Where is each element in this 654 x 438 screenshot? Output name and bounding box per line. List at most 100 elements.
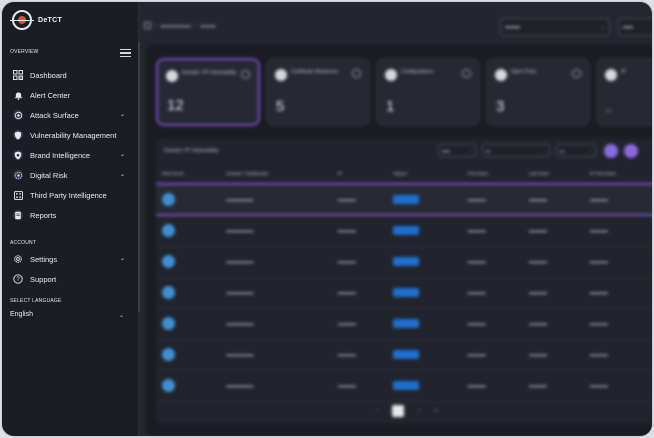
sidebar-item-label: Brand Intelligence	[30, 150, 91, 160]
sidebar-item-attack-surface[interactable]: Attack Surface ⌄	[2, 106, 138, 124]
top-select-2[interactable]: ▬▬	[618, 18, 652, 36]
card-certificate-weakness[interactable]: Certificate Weakness 5	[266, 58, 370, 126]
col-risk-score[interactable]: Risk Score	[156, 164, 221, 185]
table-cell	[387, 370, 462, 402]
shield-icon	[13, 130, 23, 140]
sidebar-item-settings[interactable]: Settings ⌄	[2, 250, 138, 268]
impact-badge	[393, 380, 420, 390]
sidebar-item-dashboard[interactable]: Dashboard	[2, 66, 138, 84]
table-cell: ▬▬▬▬	[523, 215, 584, 247]
sidebar-item-label: Dashboard	[30, 70, 67, 80]
sidebar-item-alert-center[interactable]: Alert Center	[2, 86, 138, 104]
card-icon	[166, 70, 178, 82]
table-cell: ▬▬▬▬	[583, 215, 652, 247]
logo[interactable]: DeTCT	[10, 10, 63, 30]
chevron-down-icon[interactable]: ⌄	[120, 171, 125, 178]
col-domain[interactable]: Domain / Subdomain	[220, 164, 332, 185]
sidebar-item-vulnerability-management[interactable]: Vulnerability Management	[2, 126, 138, 144]
risk-score-indicator	[162, 347, 175, 361]
table-cell: ▬▬▬▬	[461, 339, 524, 371]
table-cell: ▬▬▬▬	[461, 308, 524, 340]
current-page[interactable]	[392, 405, 405, 417]
breadcrumb-item[interactable]: ▬▬▬▬▬▬	[161, 23, 191, 29]
impact-badge	[393, 349, 420, 359]
card-value: 3	[496, 98, 505, 115]
table-cell: ▬▬▬▬▬▬	[220, 339, 332, 371]
table-cell: ▬▬▬▬	[523, 370, 584, 402]
card-title: Configurations	[401, 69, 434, 75]
app-window: › ▬▬▬▬▬▬ › ▬▬▬ ▬▬▬ ⌄ ▬▬ Domain / IP Vulne…	[2, 2, 652, 436]
table-cell: ▬▬▬▬	[461, 183, 524, 216]
sidebar-item-support[interactable]: ? Support	[2, 270, 138, 288]
table-row[interactable]: ▬▬▬▬▬▬ ▬▬▬▬ ▬▬▬▬ ▬▬▬▬ ▬▬▬▬	[156, 215, 652, 247]
language-section-label: SELECT LANGUAGE	[10, 298, 62, 304]
table-toolbar: Domain / IP Vulnerability ▬▬ ⌄ ▬ ⌄ ▬ ⌄	[156, 138, 652, 164]
table-cell: ▬▬▬▬	[583, 370, 652, 402]
card-ip[interactable]: IP --	[596, 58, 652, 126]
sidebar-item-third-party-intelligence[interactable]: Third Party Intelligence	[2, 186, 138, 204]
info-icon[interactable]	[352, 69, 361, 78]
info-icon[interactable]	[462, 69, 471, 78]
table-cell	[156, 308, 221, 340]
table-cell	[387, 215, 462, 247]
info-icon[interactable]	[572, 69, 581, 78]
chevron-down-icon[interactable]: ⌄	[119, 312, 124, 319]
card-domain-ip-vulnerability[interactable]: Domain / IP Vulnerability 12	[156, 58, 260, 126]
card-configurations[interactable]: Configurations 1	[376, 58, 480, 126]
table-row[interactable]: ▬▬▬▬▬▬ ▬▬▬▬ ▬▬▬▬ ▬▬▬▬ ▬▬▬▬	[156, 277, 652, 309]
report-icon	[13, 210, 23, 220]
filter-select-1[interactable]: ▬▬ ⌄	[438, 144, 476, 157]
info-icon[interactable]	[241, 70, 250, 79]
sidebar-item-label: Support	[30, 274, 57, 284]
sidebar-item-reports[interactable]: Reports	[2, 206, 138, 224]
card-open-ports[interactable]: Open Ports 3	[486, 58, 590, 126]
table-row[interactable]: ▬▬▬▬▬▬ ▬▬▬▬ ▬▬▬▬ ▬▬▬▬ ▬▬▬▬	[156, 370, 652, 402]
table-row[interactable]: ▬▬▬▬▬▬ ▬▬▬▬ ▬▬▬▬ ▬▬▬▬ ▬▬▬▬	[156, 246, 652, 278]
top-select-1[interactable]: ▬▬▬ ⌄	[500, 18, 610, 36]
table-cell: ▬▬▬▬	[461, 277, 524, 309]
table-cell: ▬▬▬▬▬▬	[220, 308, 332, 340]
chevron-down-icon[interactable]: ⌄	[120, 151, 125, 158]
risk-score-indicator	[162, 316, 175, 330]
table-cell: ▬▬▬▬	[523, 339, 584, 371]
table-row[interactable]: ▬▬▬▬▬▬ ▬▬▬▬ ▬▬▬▬ ▬▬▬▬ ▬▬▬▬	[156, 339, 652, 371]
prev-page-button[interactable]: ‹	[376, 408, 378, 414]
home-icon[interactable]	[144, 22, 151, 29]
table-cell	[156, 277, 221, 309]
col-last-seen[interactable]: Last Seen	[523, 164, 584, 185]
filter-select-2[interactable]: ▬ ⌄	[482, 144, 550, 157]
last-page-button[interactable]: »	[434, 408, 437, 414]
language-select[interactable]: English	[10, 311, 33, 318]
app-name: DeTCT	[38, 16, 63, 24]
filter-select-3[interactable]: ▬ ⌄	[556, 144, 596, 157]
next-page-button[interactable]: ›	[418, 408, 420, 414]
table-cell	[387, 277, 462, 309]
chevron-down-icon[interactable]: ⌄	[120, 255, 125, 262]
logo-icon	[10, 10, 34, 30]
col-ip-first-seen[interactable]: IP First Seen	[583, 164, 652, 185]
table-cell: ▬▬▬▬	[583, 277, 652, 309]
risk-score-indicator	[162, 223, 175, 237]
export-button[interactable]	[604, 144, 618, 158]
sidebar-item-digital-risk[interactable]: Digital Risk ⌄	[2, 166, 138, 184]
col-ip[interactable]: IP	[331, 164, 388, 185]
col-first-seen[interactable]: First Seen	[461, 164, 524, 185]
sidebar-item-label: Digital Risk	[30, 170, 68, 180]
card-icon	[275, 69, 287, 81]
table-header-row: Risk Score Domain / Subdomain IP Impact …	[156, 164, 652, 185]
chevron-down-icon[interactable]: ⌄	[120, 111, 125, 118]
sidebar: DeTCT OVERVIEW Dashboard Alert Center At…	[2, 2, 139, 436]
refresh-button[interactable]	[624, 144, 638, 158]
table-row[interactable]: ▬▬▬▬▬▬ ▬▬▬▬ ▬▬▬▬ ▬▬▬▬ ▬▬▬▬	[156, 183, 652, 216]
overview-section-label: OVERVIEW	[10, 49, 39, 55]
sidebar-scrollbar[interactable]	[138, 42, 140, 312]
sidebar-item-label: Attack Surface	[30, 110, 79, 120]
sidebar-item-brand-intelligence[interactable]: Brand Intelligence ⌄	[2, 146, 138, 164]
col-impact[interactable]: Impact	[387, 164, 462, 185]
table-row[interactable]: ▬▬▬▬▬▬ ▬▬▬▬ ▬▬▬▬ ▬▬▬▬ ▬▬▬▬	[156, 308, 652, 340]
table-title: Domain / IP Vulnerability	[164, 148, 219, 154]
table-cell: ▬▬▬▬▬▬	[220, 215, 332, 247]
breadcrumb-sep: ›	[155, 22, 157, 29]
account-section-label: ACCOUNT	[10, 240, 37, 246]
menu-toggle-icon[interactable]	[120, 49, 131, 57]
